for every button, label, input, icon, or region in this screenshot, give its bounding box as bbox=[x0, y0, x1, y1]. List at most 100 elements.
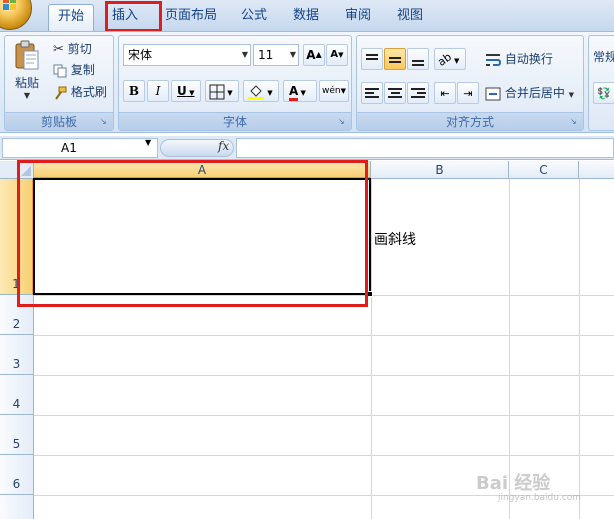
baidu-watermark: Bai 经验 jingyan.baidu.com bbox=[476, 469, 582, 505]
row-header-6[interactable]: 6 bbox=[0, 455, 34, 495]
column-header-c[interactable]: C bbox=[509, 161, 579, 179]
align-left-icon bbox=[362, 83, 382, 103]
font-group-label: 字体 bbox=[119, 112, 351, 130]
borders-icon bbox=[209, 84, 225, 99]
underline-button[interactable]: U ▼ bbox=[171, 80, 201, 102]
underline-letter: U bbox=[177, 84, 187, 98]
align-right-icon bbox=[408, 83, 428, 103]
align-bottom-button[interactable] bbox=[407, 48, 429, 70]
office-button[interactable] bbox=[0, 0, 32, 30]
align-top-button[interactable] bbox=[361, 48, 383, 70]
worksheet-grid[interactable]: A B C 1 2 3 4 5 6 画斜线 Bai 经验 jingyan.bai… bbox=[0, 160, 614, 519]
row-number: 5 bbox=[12, 437, 21, 451]
shrink-font-button[interactable]: A▼ bbox=[326, 44, 348, 66]
tab-formulas[interactable]: 公式 bbox=[234, 4, 274, 32]
office-logo-icon bbox=[3, 0, 17, 11]
merge-center-label: 合并后居中 bbox=[504, 86, 565, 100]
row-header-5[interactable]: 5 bbox=[0, 415, 34, 455]
font-group: 宋体 ▼ 11 ▼ A▲ A▼ B I U ▼ ▼ ▼ A ▼ wén▼ 字体 … bbox=[118, 35, 352, 131]
ribbon: 粘贴 ▼ ✂ 剪切 复制 格式刷 剪贴板 ↘ 宋体 ▼ 11 ▼ A▲ A▼ B… bbox=[0, 31, 614, 133]
align-top-icon bbox=[362, 49, 382, 65]
decrease-indent-button[interactable]: ⇤ bbox=[434, 82, 456, 104]
fill-bucket-icon bbox=[248, 84, 264, 100]
align-left-button[interactable] bbox=[361, 82, 383, 104]
grow-font-button[interactable]: A▲ bbox=[303, 44, 325, 66]
insert-function-icon[interactable]: fx bbox=[218, 139, 229, 153]
font-name-combo[interactable]: 宋体 ▼ bbox=[123, 44, 251, 66]
align-right-button[interactable] bbox=[407, 82, 429, 104]
alignment-launcher-icon[interactable]: ↘ bbox=[570, 117, 580, 127]
row-number: 3 bbox=[12, 357, 21, 371]
increase-indent-button[interactable]: ⇥ bbox=[457, 82, 479, 104]
name-box-dropdown-icon[interactable]: ▼ bbox=[145, 138, 151, 147]
paste-button[interactable]: 粘贴 ▼ bbox=[11, 40, 43, 104]
increase-indent-icon: ⇥ bbox=[463, 87, 473, 100]
cut-label: 剪切 bbox=[67, 42, 92, 56]
currency-format-button[interactable]: 💱 bbox=[593, 82, 614, 104]
copy-icon bbox=[53, 64, 67, 77]
fill-color-dropdown-icon: ▼ bbox=[265, 89, 273, 97]
phonetic-button[interactable]: wén▼ bbox=[319, 80, 349, 102]
row-number: 2 bbox=[12, 317, 21, 331]
number-group: 常规 💱 bbox=[588, 35, 614, 131]
formula-bar: A1 ▼ fx bbox=[0, 136, 614, 160]
font-name-value: 宋体 bbox=[128, 48, 153, 62]
fill-color-button[interactable]: ▼ bbox=[243, 80, 279, 102]
format-painter-icon bbox=[55, 86, 67, 100]
font-color-dropdown-icon: ▼ bbox=[298, 89, 306, 97]
tab-review[interactable]: 审阅 bbox=[338, 4, 378, 32]
tab-home[interactable]: 开始 bbox=[48, 4, 94, 32]
format-painter-button[interactable]: 格式刷 bbox=[53, 83, 107, 100]
row-number: 6 bbox=[12, 477, 21, 491]
row-header-3[interactable]: 3 bbox=[0, 335, 34, 375]
paste-dropdown-icon: ▼ bbox=[23, 91, 31, 100]
tab-view[interactable]: 视图 bbox=[390, 4, 430, 32]
row-header-7[interactable] bbox=[0, 495, 34, 519]
align-middle-button[interactable] bbox=[384, 48, 406, 70]
copy-button[interactable]: 复制 bbox=[53, 61, 95, 78]
cell-a1-highlight bbox=[17, 160, 368, 307]
bold-button[interactable]: B bbox=[123, 80, 145, 102]
gridline bbox=[509, 179, 510, 519]
number-format-combo[interactable]: 常规 bbox=[593, 48, 614, 65]
cut-button[interactable]: ✂ 剪切 bbox=[53, 40, 92, 57]
clipboard-group: 粘贴 ▼ ✂ 剪切 复制 格式刷 剪贴板 ↘ bbox=[4, 35, 114, 131]
shrink-font-letter: A bbox=[330, 49, 339, 60]
font-launcher-icon[interactable]: ↘ bbox=[338, 117, 348, 127]
wrap-text-icon bbox=[486, 53, 501, 66]
row-number: 4 bbox=[12, 397, 21, 411]
row-header-4[interactable]: 4 bbox=[0, 375, 34, 415]
gridline bbox=[579, 179, 580, 519]
font-size-combo[interactable]: 11 ▼ bbox=[253, 44, 299, 66]
font-size-value: 11 bbox=[258, 48, 274, 62]
gridline bbox=[34, 455, 614, 456]
clipboard-group-label: 剪贴板 bbox=[5, 112, 113, 130]
grow-font-letter: A bbox=[306, 48, 316, 62]
borders-button[interactable]: ▼ bbox=[205, 80, 239, 102]
orientation-button[interactable]: ab ▼ bbox=[434, 48, 466, 70]
alignment-group: ab ▼ 自动换行 ⇤ ⇥ 合并后居中 ▼ 对齐方式 ↘ bbox=[356, 35, 584, 131]
align-middle-icon bbox=[385, 49, 405, 71]
watermark-sub-text: jingyan.baidu.com bbox=[498, 493, 582, 503]
column-header-b[interactable]: B bbox=[371, 161, 509, 179]
cell-b1-text: 画斜线 bbox=[374, 232, 416, 248]
merge-center-button[interactable]: 合并后居中 ▼ bbox=[485, 84, 574, 102]
tab-data[interactable]: 数据 bbox=[286, 4, 326, 32]
column-header-d[interactable] bbox=[579, 161, 614, 179]
clipboard-launcher-icon[interactable]: ↘ bbox=[100, 117, 110, 127]
alignment-group-label: 对齐方式 bbox=[357, 112, 583, 130]
align-bottom-icon bbox=[408, 49, 428, 66]
formula-input[interactable] bbox=[236, 138, 614, 158]
decrease-indent-icon: ⇤ bbox=[440, 87, 450, 100]
tab-page-layout[interactable]: 页面布局 bbox=[160, 4, 222, 32]
format-painter-label: 格式刷 bbox=[70, 85, 107, 99]
italic-button[interactable]: I bbox=[147, 80, 169, 102]
paste-icon bbox=[15, 40, 39, 70]
gridline bbox=[371, 179, 372, 519]
wrap-text-button[interactable]: 自动换行 bbox=[485, 50, 553, 68]
phonetic-dropdown-icon: ▼ bbox=[340, 87, 346, 95]
wrap-text-label: 自动换行 bbox=[504, 52, 553, 66]
font-color-button[interactable]: A ▼ bbox=[283, 80, 317, 102]
align-center-button[interactable] bbox=[384, 82, 406, 104]
name-box[interactable]: A1 bbox=[2, 138, 158, 158]
